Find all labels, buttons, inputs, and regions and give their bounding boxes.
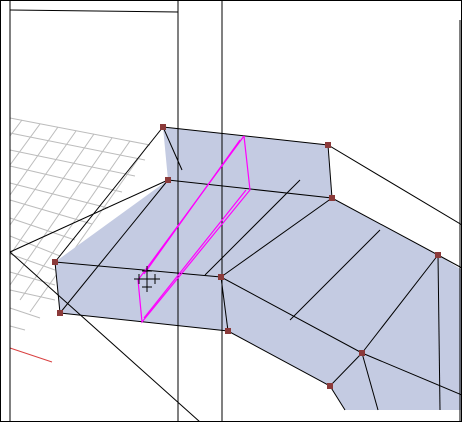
vertex[interactable] — [359, 350, 365, 356]
vertex[interactable] — [225, 328, 231, 334]
3d-viewport[interactable] — [0, 0, 462, 422]
vertex[interactable] — [57, 310, 63, 316]
vertex[interactable] — [52, 259, 58, 265]
vertex[interactable] — [165, 177, 171, 183]
vertex[interactable] — [329, 195, 335, 201]
vertex[interactable] — [327, 383, 333, 389]
vertex[interactable] — [218, 274, 224, 280]
vertex[interactable] — [435, 252, 441, 258]
vertex[interactable] — [160, 124, 166, 130]
vertex[interactable] — [325, 142, 331, 148]
